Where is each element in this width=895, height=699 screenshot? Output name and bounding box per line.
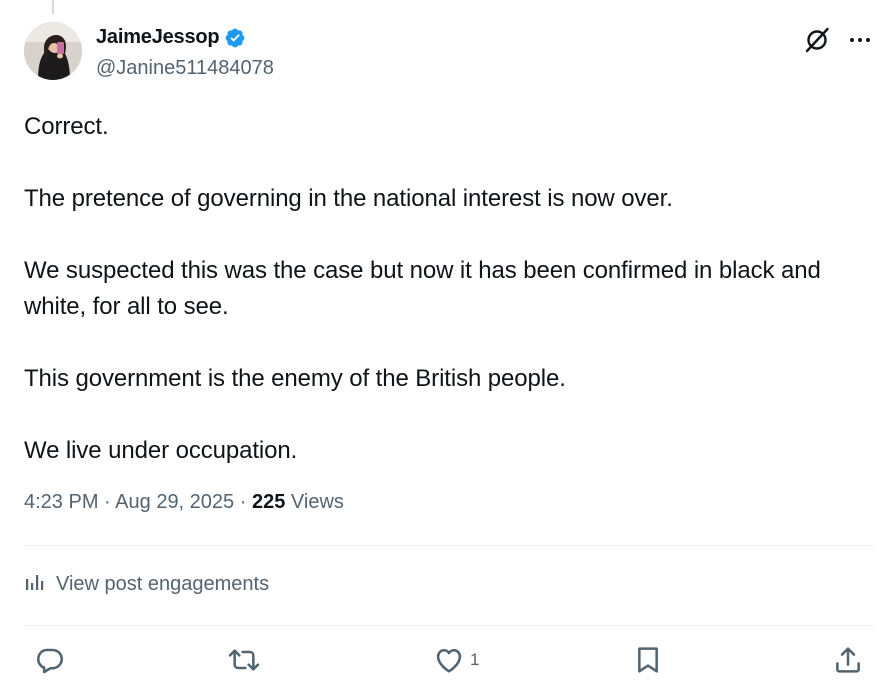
meta-separator: ·	[104, 491, 111, 513]
repost-button[interactable]	[226, 640, 266, 680]
tweet-paragraph: We live under occupation.	[24, 437, 298, 464]
analytics-icon	[24, 570, 46, 598]
tweet-detail: JaimeJessop @Janine511484078 Correct. Th…	[0, 0, 895, 699]
share-icon	[832, 644, 864, 676]
tweet-timestamp[interactable]: 4:23 PM · Aug 29, 2025	[24, 491, 234, 513]
tweet-paragraph: This government is the enemy of the Brit…	[24, 365, 566, 392]
tweet-paragraph: We suspected this was the case but now i…	[24, 257, 821, 320]
thread-connector-line	[52, 0, 54, 14]
author-handle[interactable]: @Janine511484078	[96, 57, 274, 80]
like-icon	[432, 644, 466, 676]
tweet-date: Aug 29, 2025	[115, 491, 235, 513]
tweet-actions-bar: 1	[0, 640, 895, 684]
author-display-name[interactable]: JaimeJessop	[96, 26, 220, 49]
like-button[interactable]: 1	[432, 640, 479, 680]
tweet-paragraph: Correct.	[24, 113, 109, 140]
share-button[interactable]	[832, 640, 864, 680]
tweet-paragraph: The pretence of governing in the nationa…	[24, 185, 673, 212]
avatar[interactable]	[24, 22, 82, 80]
bookmark-icon	[632, 644, 664, 676]
tweet-meta: 4:23 PM · Aug 29, 2025 · 225 Views	[24, 491, 344, 514]
views-count: 225	[251, 491, 286, 513]
view-engagements-label: View post engagements	[56, 572, 270, 595]
grok-icon	[803, 27, 833, 57]
like-count: 1	[470, 650, 480, 669]
view-engagements-link[interactable]: View post engagements	[24, 570, 269, 598]
bookmark-button[interactable]	[632, 640, 668, 680]
verified-badge-icon[interactable]	[224, 27, 246, 49]
meta-separator: ·	[239, 491, 247, 513]
grok-button[interactable]	[803, 27, 833, 53]
reply-icon	[34, 644, 66, 676]
tweet-text: Correct. The pretence of governing in th…	[24, 109, 874, 469]
more-icon	[845, 38, 875, 57]
more-button[interactable]	[845, 27, 875, 53]
views-label: Views	[290, 491, 344, 513]
reply-button[interactable]	[34, 640, 70, 680]
divider	[24, 625, 875, 626]
divider	[24, 545, 875, 546]
repost-icon	[226, 644, 262, 676]
tweet-time: 4:23 PM	[24, 491, 99, 513]
author-name-row: JaimeJessop	[96, 26, 246, 49]
